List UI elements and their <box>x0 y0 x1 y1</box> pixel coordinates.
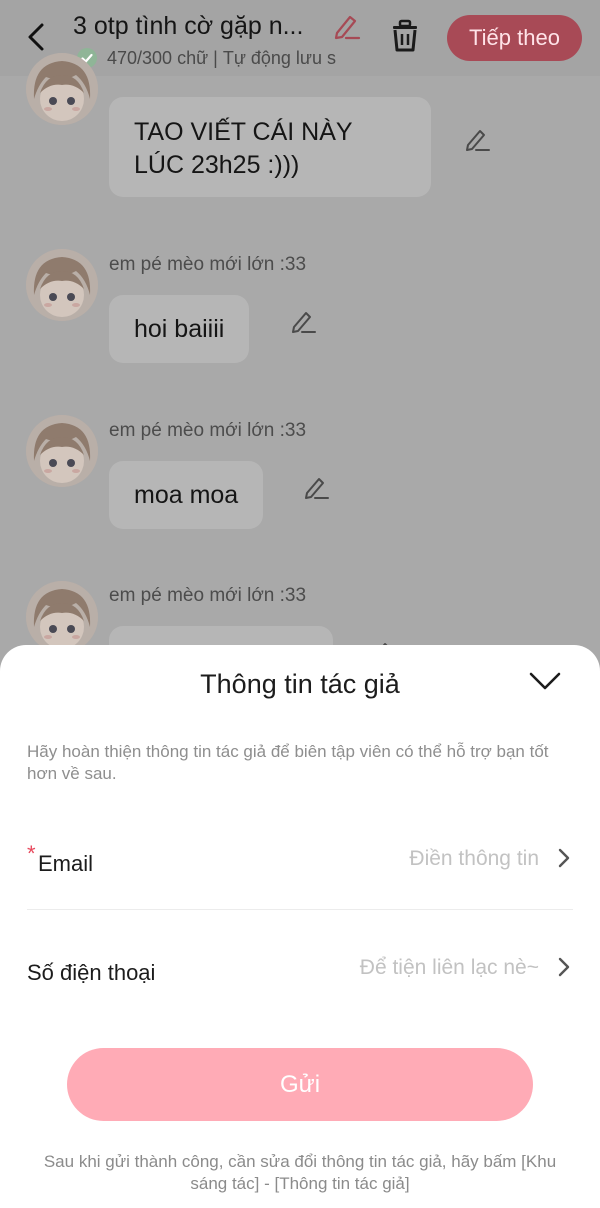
autosave-text: Tự động lưu s <box>222 47 336 68</box>
save-status: 470/300 chữ | Tự động lưu s <box>77 46 362 70</box>
avatar <box>26 249 98 321</box>
email-field[interactable]: * Email Điền thông tin <box>27 831 573 910</box>
author-name: em pé mèo mới lớn :33 <box>109 420 307 441</box>
author-name: em pé mèo mới lớn :33 <box>109 585 307 606</box>
back-arrow-icon[interactable] <box>22 20 52 54</box>
email-placeholder: Điền thông tin <box>409 847 539 870</box>
trash-icon[interactable] <box>388 18 422 54</box>
chevron-right-icon <box>557 956 571 978</box>
pencil-icon[interactable] <box>331 11 361 41</box>
author-name: em pé mèo mới lớn :33 <box>109 254 307 275</box>
email-label: Email <box>38 851 94 876</box>
avatar <box>26 581 98 653</box>
sheet-description: Hãy hoàn thiện thông tin tác giả để biên… <box>27 742 549 783</box>
phone-label: Số điện thoại <box>27 960 156 985</box>
sheet-title: Thông tin tác giả <box>200 669 400 699</box>
pencil-icon[interactable] <box>302 473 330 501</box>
message-text: hoi baiiii <box>134 314 225 343</box>
editor-header: 3 otp tình cờ gặp n... 470/300 chữ | Tự … <box>0 0 600 76</box>
pencil-icon[interactable] <box>289 307 317 335</box>
message-bubble[interactable]: hoi baiiii <box>109 295 250 363</box>
status-divider: | <box>213 47 218 68</box>
word-count: 470/300 chữ <box>107 47 209 68</box>
chevron-down-icon[interactable] <box>528 669 562 693</box>
avatar <box>26 415 98 487</box>
submit-button[interactable]: Gửi <box>67 1048 533 1121</box>
author-info-sheet: Thông tin tác giả Hãy hoàn thiện thông t… <box>0 645 600 1208</box>
pencil-icon[interactable] <box>463 125 491 153</box>
message-text: LÚC 23h25 :))) <box>134 151 300 179</box>
message-text: moa moa <box>134 480 239 509</box>
story-title[interactable]: 3 otp tình cờ gặp n... <box>73 12 323 41</box>
chevron-right-icon <box>557 847 571 869</box>
message-text: TAO VIẾT CÁI NÀY <box>134 118 353 146</box>
phone-field[interactable]: Số điện thoại Để tiện liên lạc nè~ <box>27 936 573 996</box>
sheet-footnote: Sau khi gửi thành công, cần sửa đổi thôn… <box>43 1152 557 1193</box>
avatar <box>26 53 98 125</box>
required-marker: * <box>27 841 36 866</box>
message-bubble[interactable]: TAO VIẾT CÁI NÀY LÚC 23h25 :))) <box>109 97 431 197</box>
next-button[interactable]: Tiếp theo <box>447 15 582 61</box>
message-bubble[interactable]: moa moa <box>109 461 264 529</box>
phone-placeholder: Để tiện liên lạc nè~ <box>359 956 539 979</box>
